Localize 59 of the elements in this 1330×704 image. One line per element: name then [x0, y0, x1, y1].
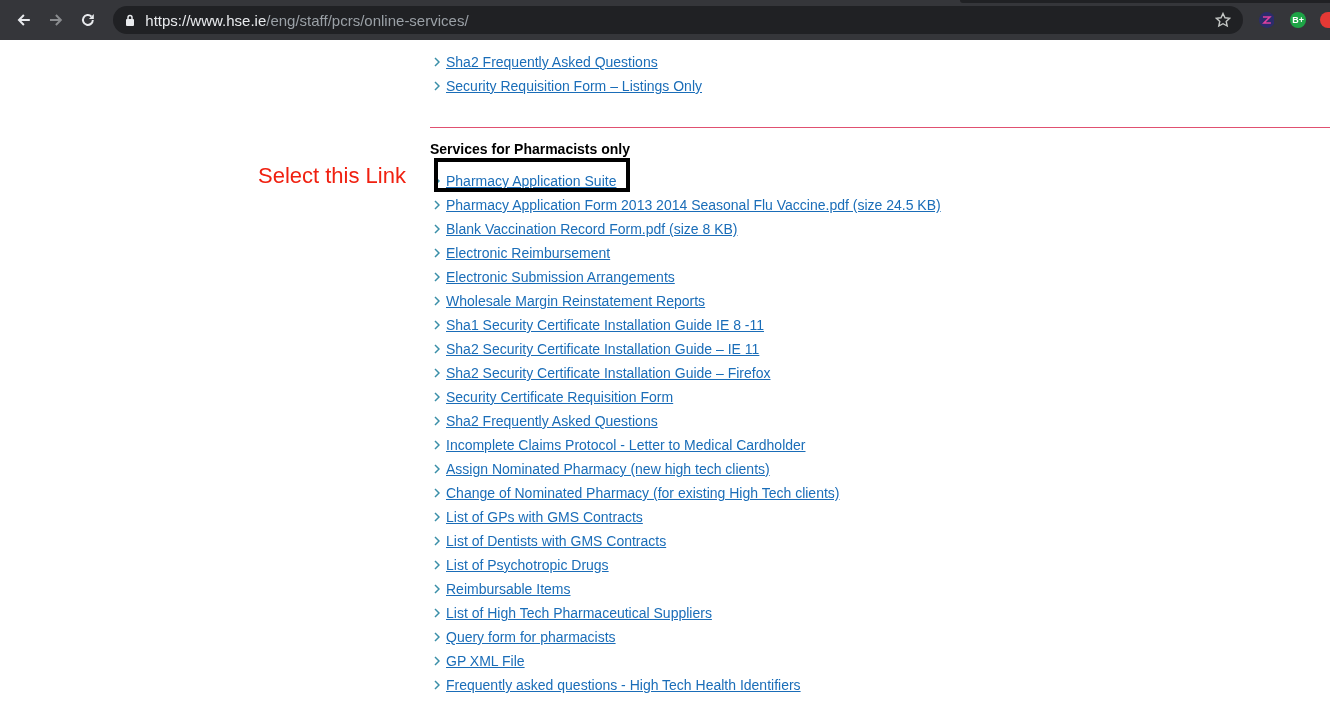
chevron-icon	[434, 392, 440, 402]
chevron-icon	[434, 632, 440, 642]
link[interactable]: Blank Vaccination Record Form.pdf (size 8 KB)	[446, 221, 738, 237]
link[interactable]: List of Psychotropic Drugs	[446, 557, 609, 573]
link[interactable]: List of Dentists with GMS Contracts	[446, 533, 667, 549]
annotation-text: Select this Link	[258, 163, 406, 189]
reload-icon[interactable]	[79, 12, 96, 28]
link[interactable]: Electronic Submission Arrangements	[446, 269, 675, 285]
link[interactable]: Pharmacy Application Suite	[446, 173, 617, 189]
section-heading: Services for Pharmacists only	[430, 141, 631, 159]
bookmark-star-icon[interactable]	[1214, 12, 1231, 28]
link[interactable]: Sha2 Security Certificate Installation Guide – Firefox	[446, 365, 771, 381]
chevron-icon	[434, 536, 440, 546]
link[interactable]: Security Requisition Form – Listings Only	[446, 78, 702, 94]
chevron-icon	[434, 224, 440, 234]
link[interactable]: List of High Tech Pharmaceutical Suppliers	[446, 605, 712, 621]
link[interactable]: Sha2 Security Certificate Installation Guide – IE 11	[446, 341, 760, 357]
chevron-icon	[434, 200, 440, 210]
chevron-icon	[434, 512, 440, 522]
chevron-icon	[434, 344, 440, 354]
link[interactable]: Pharmacy Application Form 2013 2014 Seasonal Flu Vaccine.pdf (size 24.5 KB)	[446, 197, 941, 213]
url-text: https://www.hse.ie/eng/staff/pcrs/online-services/	[145, 11, 470, 29]
link[interactable]: Sha2 Frequently Asked Questions	[446, 413, 658, 429]
link[interactable]: Security Certificate Requisition Form	[446, 389, 674, 405]
link[interactable]: Assign Nominated Pharmacy (new high tech clients)	[446, 461, 770, 477]
extension-icon[interactable]	[1258, 12, 1275, 28]
chevron-icon	[434, 416, 440, 426]
chevron-icon	[434, 57, 440, 67]
chevron-icon	[434, 368, 440, 378]
link[interactable]: Query form for pharmacists	[446, 629, 616, 645]
chevron-icon	[434, 81, 440, 91]
link[interactable]: Electronic Reimbursement	[446, 245, 611, 261]
chevron-icon	[434, 584, 440, 594]
link[interactable]: Reimbursable Items	[446, 581, 571, 597]
link[interactable]: Wholesale Margin Reinstatement Reports	[446, 293, 706, 309]
chevron-icon	[434, 272, 440, 282]
chevron-icon	[434, 680, 440, 690]
extension-badge[interactable]: B+	[1290, 12, 1307, 28]
link[interactable]: List of GPs with GMS Contracts	[446, 509, 643, 525]
forward-icon[interactable]	[47, 12, 64, 28]
link[interactable]: Sha1 Security Certificate Installation Guide IE 8 -11	[446, 317, 764, 333]
chevron-icon	[434, 440, 440, 450]
chevron-icon	[434, 656, 440, 666]
lock-icon	[125, 14, 136, 26]
chevron-icon	[434, 320, 440, 330]
address-bar[interactable]: https://www.hse.ie/eng/staff/pcrs/online-services/	[113, 6, 1243, 34]
link[interactable]: Incomplete Claims Protocol - Letter to Medical Cardholder	[446, 437, 806, 453]
link[interactable]: GP XML File	[446, 653, 525, 669]
chevron-icon	[434, 608, 440, 618]
link[interactable]: Sha2 Frequently Asked Questions	[446, 54, 658, 70]
chevron-icon	[434, 296, 440, 306]
link[interactable]: Frequently asked questions - High Tech Health Identifiers	[446, 677, 801, 693]
chevron-icon	[434, 560, 440, 570]
back-icon[interactable]	[16, 12, 32, 28]
link[interactable]: Change of Nominated Pharmacy (for existing High Tech clients)	[446, 485, 840, 501]
chevron-icon	[434, 488, 440, 498]
extension-icon[interactable]	[1320, 12, 1330, 28]
chevron-icon	[434, 464, 440, 474]
chevron-icon	[434, 248, 440, 258]
